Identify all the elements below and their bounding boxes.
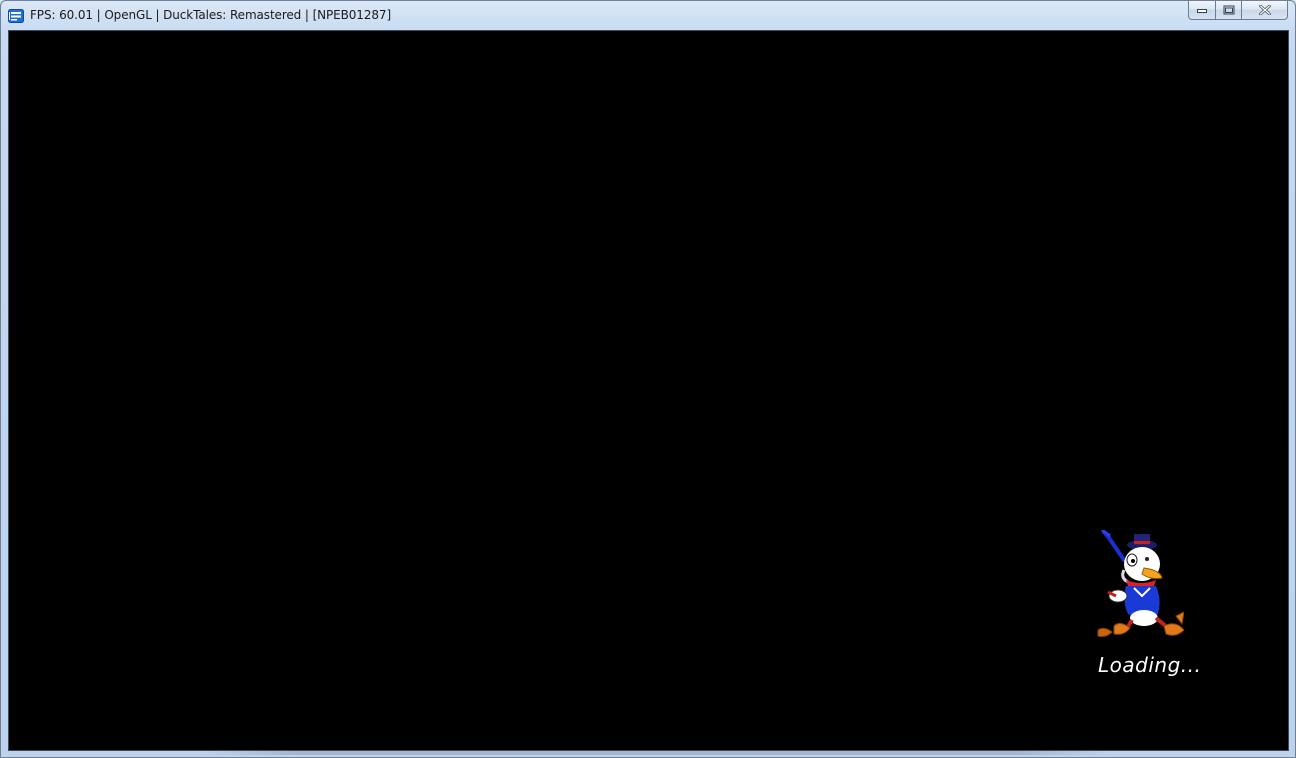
title-bar[interactable]: FPS: 60.01 | OpenGL | DuckTales: Remaste…: [1, 1, 1295, 30]
maximize-icon: [1223, 5, 1234, 15]
window-bottom-edge: [201, 751, 1111, 755]
game-viewport[interactable]: Loading...: [8, 30, 1289, 751]
window-title: FPS: 60.01 | OpenGL | DuckTales: Remaste…: [30, 8, 392, 22]
scrooge-mcduck-sprite: [1097, 530, 1184, 637]
minimize-button[interactable]: [1188, 1, 1215, 20]
maximize-button[interactable]: [1215, 1, 1241, 20]
close-icon: [1258, 5, 1271, 15]
loading-text: Loading...: [1098, 653, 1202, 677]
close-button[interactable]: [1241, 1, 1288, 20]
minimize-icon: [1197, 9, 1207, 13]
app-icon[interactable]: [8, 8, 24, 23]
caption-buttons: [1188, 1, 1288, 21]
emulator-window: FPS: 60.01 | OpenGL | DuckTales: Remaste…: [0, 0, 1296, 758]
